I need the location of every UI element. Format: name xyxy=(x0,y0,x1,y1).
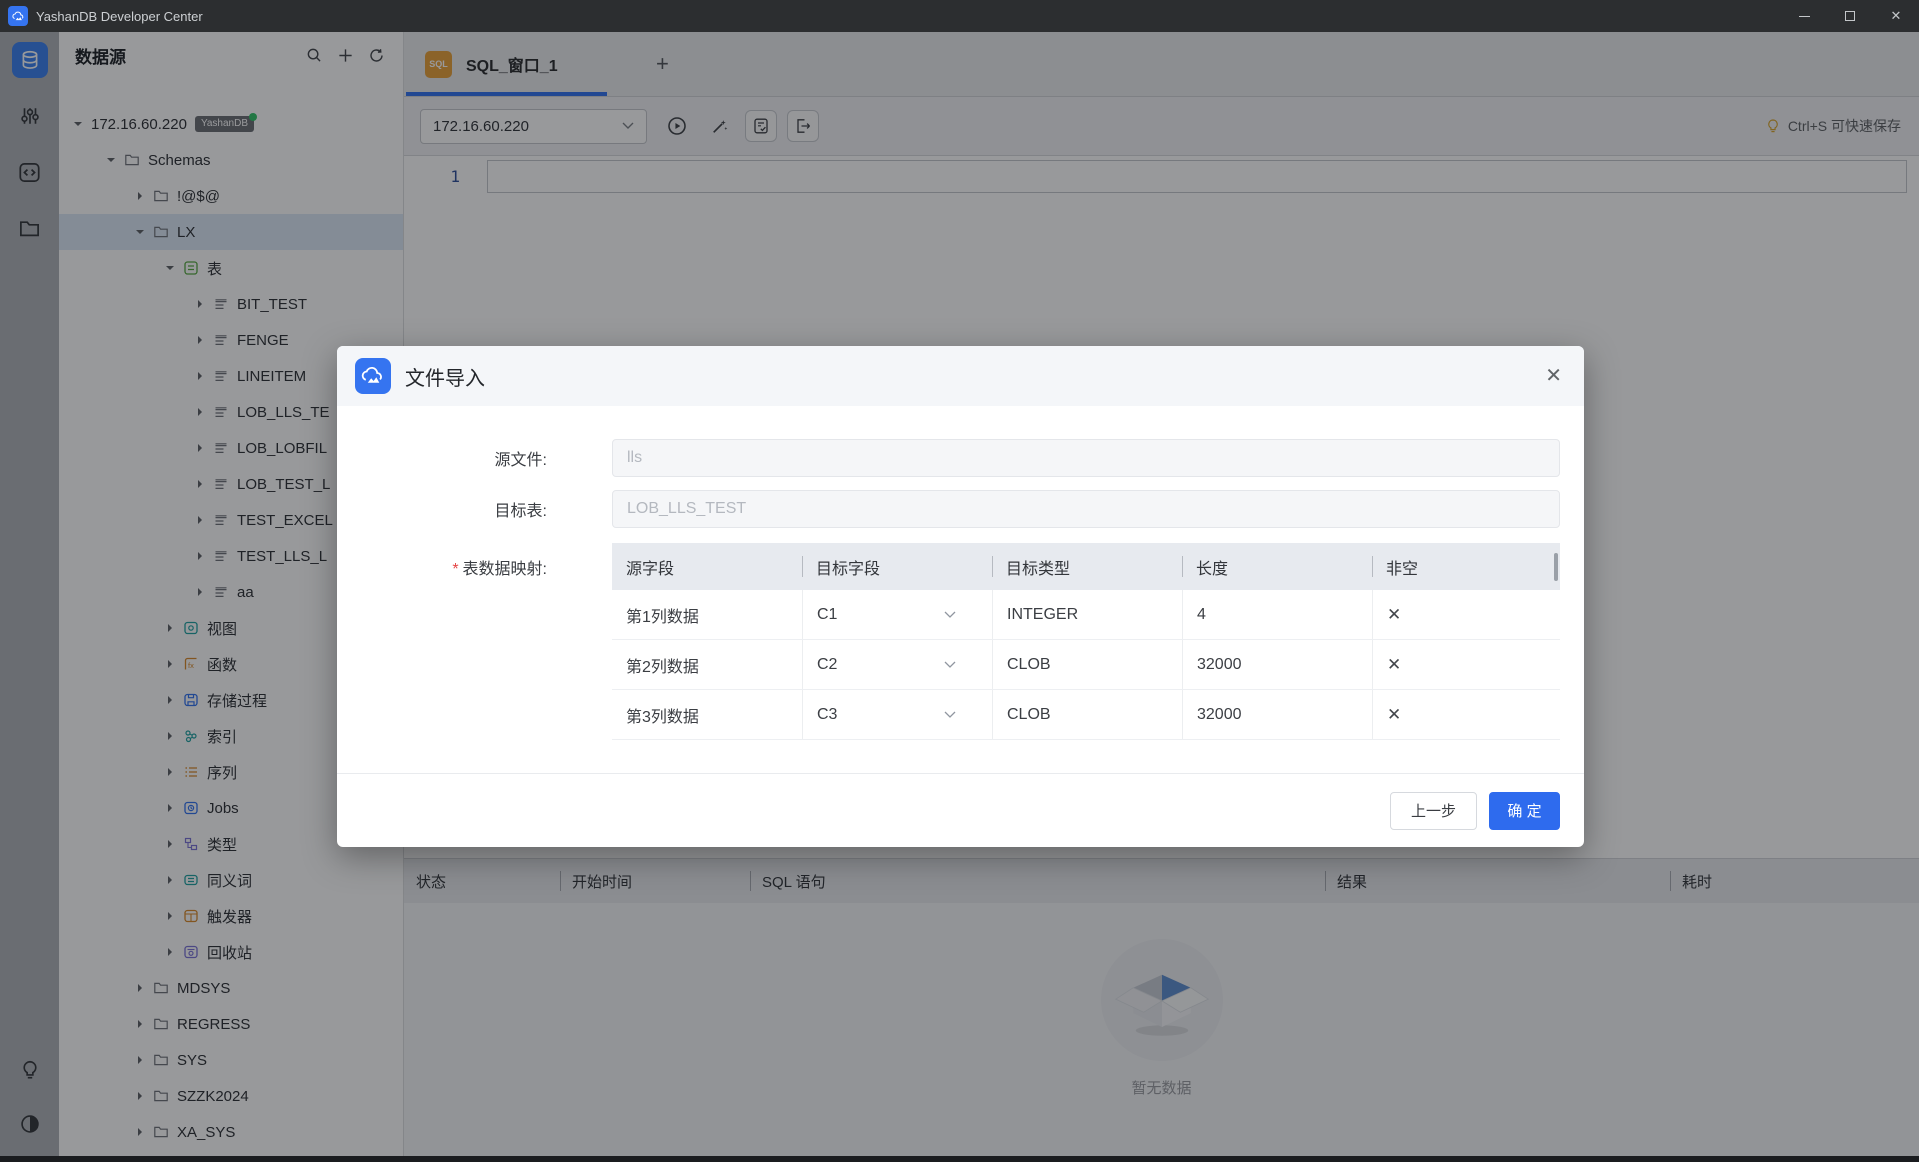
target-field-select[interactable]: C3 xyxy=(802,690,992,739)
not-null-cell: ✕ xyxy=(1372,690,1560,739)
source-field-cell: 第3列数据 xyxy=(612,690,802,739)
dialog-close-icon[interactable]: ✕ xyxy=(1545,366,1562,386)
target-type-cell: CLOB xyxy=(992,690,1182,739)
mapping-row-1: 第1列数据 C1 INTEGER 4 ✕ xyxy=(612,590,1560,640)
chevron-down-icon xyxy=(944,661,956,669)
mapping-label: *表数据映射: xyxy=(337,543,547,579)
chevron-down-icon xyxy=(944,711,956,719)
length-cell: 32000 xyxy=(1182,640,1372,689)
dialog-footer: 上一步 确 定 xyxy=(337,773,1584,847)
target-table-label: 目标表: xyxy=(337,497,547,521)
col-not-null: 非空 xyxy=(1372,543,1560,590)
mapping-row-3: 第3列数据 C3 CLOB 32000 ✕ xyxy=(612,690,1560,740)
col-target-type: 目标类型 xyxy=(992,543,1182,590)
confirm-button[interactable]: 确 定 xyxy=(1489,792,1560,830)
app-logo-icon xyxy=(8,6,28,26)
previous-step-button[interactable]: 上一步 xyxy=(1390,792,1477,830)
dialog-title: 文件导入 xyxy=(405,362,485,391)
col-source-field: 源字段 xyxy=(612,543,802,590)
target-field-select[interactable]: C1 xyxy=(802,590,992,639)
target-type-cell: INTEGER xyxy=(992,590,1182,639)
window-minimize-button[interactable] xyxy=(1781,0,1827,32)
col-target-field: 目标字段 xyxy=(802,543,992,590)
length-cell: 32000 xyxy=(1182,690,1372,739)
target-field-select[interactable]: C2 xyxy=(802,640,992,689)
target-type-cell: CLOB xyxy=(992,640,1182,689)
target-table-row: 目标表: xyxy=(337,490,1584,528)
source-file-input[interactable] xyxy=(612,439,1560,477)
col-length: 长度 xyxy=(1182,543,1372,590)
mapping-table: 源字段 目标字段 目标类型 长度 非空 第1列数据 C1 INTEGER 4 ✕… xyxy=(612,543,1560,740)
dialog-logo-icon xyxy=(355,358,391,394)
mapping-table-header: 源字段 目标字段 目标类型 长度 非空 xyxy=(612,543,1560,590)
not-null-cell: ✕ xyxy=(1372,590,1560,639)
target-table-input[interactable] xyxy=(612,490,1560,528)
source-file-label: 源文件: xyxy=(337,446,547,470)
app-title: YashanDB Developer Center xyxy=(36,9,203,24)
title-bar: YashanDB Developer Center ✕ xyxy=(0,0,1919,32)
length-cell: 4 xyxy=(1182,590,1372,639)
required-mark: * xyxy=(452,561,458,578)
source-field-cell: 第2列数据 xyxy=(612,640,802,689)
source-file-row: 源文件: xyxy=(337,439,1584,477)
chevron-down-icon xyxy=(944,611,956,619)
window-maximize-button[interactable] xyxy=(1827,0,1873,32)
source-field-cell: 第1列数据 xyxy=(612,590,802,639)
dialog-body: 源文件: 目标表: *表数据映射: 源字段 目标字段 目标类型 长度 非空 xyxy=(337,406,1584,773)
not-null-cell: ✕ xyxy=(1372,640,1560,689)
file-import-dialog: 文件导入 ✕ 源文件: 目标表: *表数据映射: 源字段 目标字段 目标类型 长… xyxy=(337,346,1584,847)
dialog-header: 文件导入 ✕ xyxy=(337,346,1584,406)
mapping-row-2: 第2列数据 C2 CLOB 32000 ✕ xyxy=(612,640,1560,690)
window-close-button[interactable]: ✕ xyxy=(1873,0,1919,32)
mapping-row: *表数据映射: 源字段 目标字段 目标类型 长度 非空 第1列数据 C1 INT… xyxy=(337,543,1584,740)
scrollbar-thumb[interactable] xyxy=(1554,553,1558,581)
